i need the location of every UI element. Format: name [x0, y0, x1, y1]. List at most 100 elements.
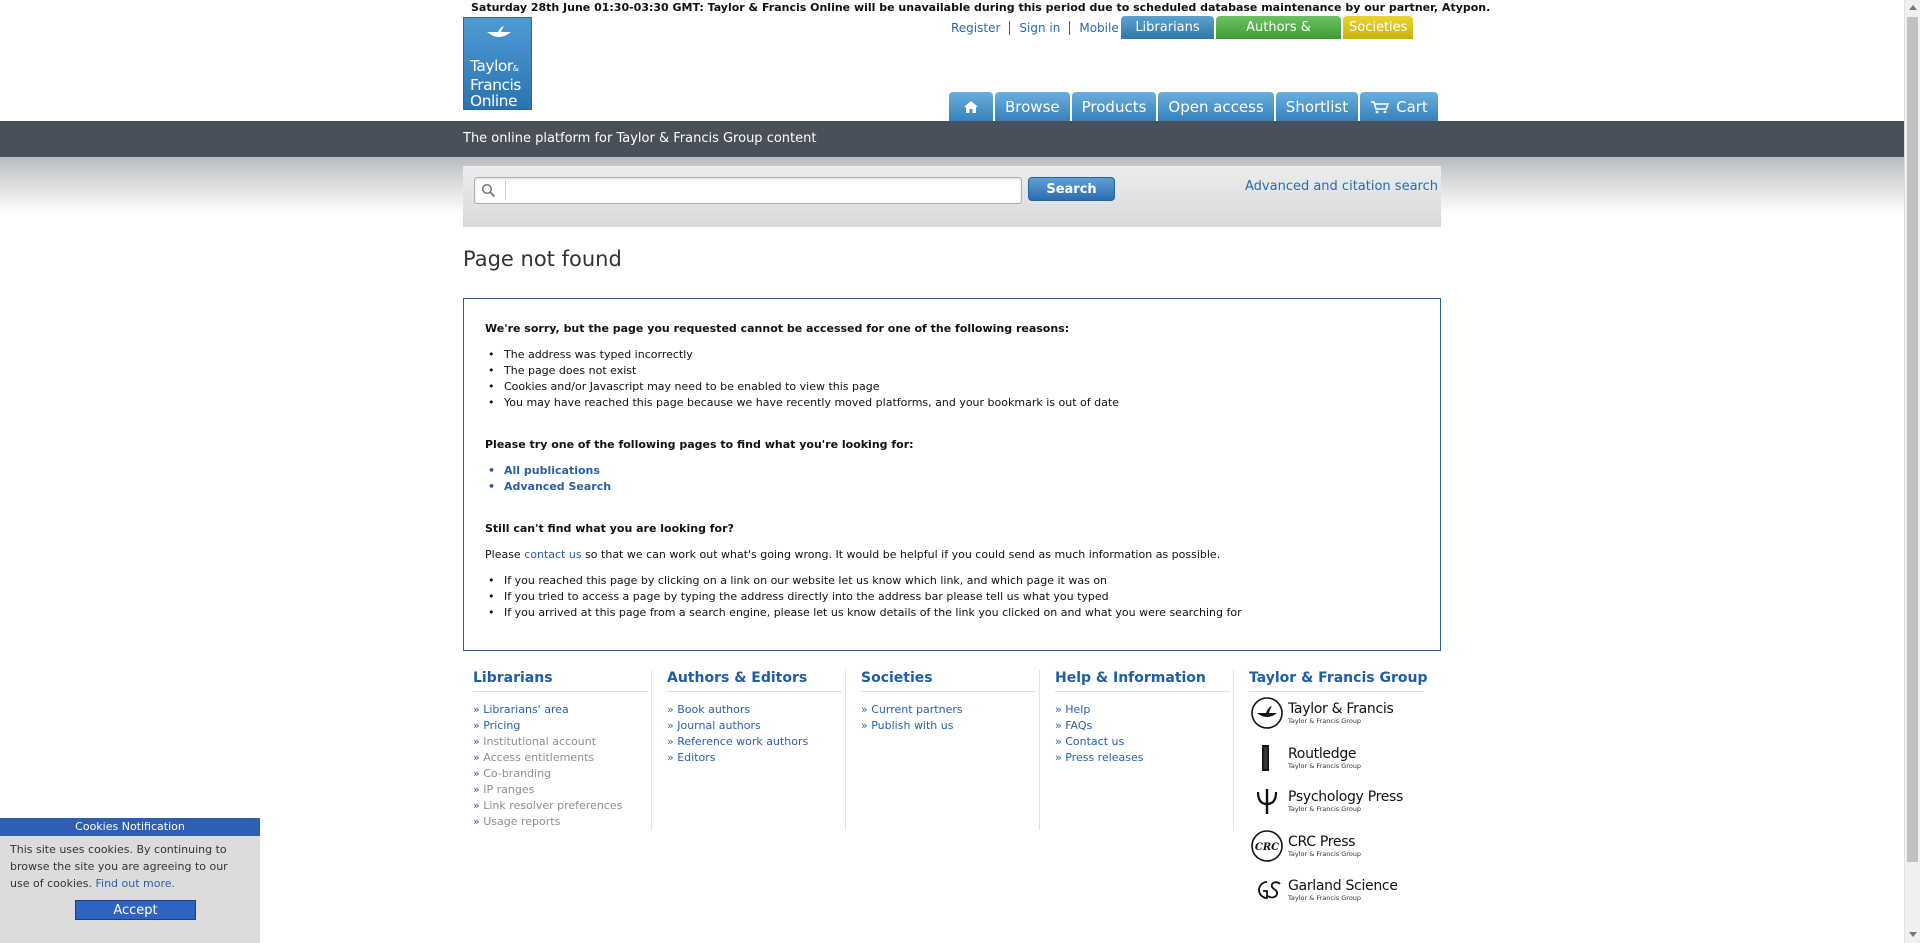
- search-icon: [481, 183, 496, 198]
- footer-col-librarians: Librarians » Librarians' area » Pricing …: [473, 670, 648, 828]
- brand-sub: Taylor & Francis Group: [1288, 761, 1362, 770]
- cart-icon: [1371, 100, 1390, 113]
- site-logo[interactable]: Taylor& Francis Online: [463, 17, 532, 110]
- register-link[interactable]: Register: [942, 21, 1011, 35]
- cart-label: Cart: [1396, 97, 1428, 116]
- footer-list: » Help » FAQs » Contact us » Press relea…: [1055, 702, 1144, 766]
- tab-librarians[interactable]: Librarians: [1121, 16, 1214, 39]
- footer-link[interactable]: » FAQs: [1055, 718, 1144, 734]
- footer-heading: Help & Information: [1055, 670, 1206, 686]
- tagline: The online platform for Taylor & Francis…: [463, 131, 817, 146]
- svg-text:CRC: CRC: [1255, 842, 1279, 853]
- routledge-logo-icon: [1262, 745, 1269, 771]
- footer-link[interactable]: » Press releases: [1055, 750, 1144, 766]
- footer-divider: [1233, 670, 1234, 830]
- reason-item: You may have reached this page because w…: [488, 396, 1119, 409]
- nav-cart[interactable]: Cart: [1360, 92, 1438, 121]
- find-out-more-link[interactable]: Find out more.: [96, 877, 176, 890]
- footer-list: » Librarians' area » Pricing » Instituti…: [473, 702, 622, 830]
- brand-sub: Taylor & Francis Group: [1288, 716, 1362, 725]
- brand-name: CRC Press: [1288, 833, 1356, 850]
- logo-text: Taylor& Francis Online: [470, 57, 521, 110]
- footer-link[interactable]: » Reference work authors: [667, 734, 808, 750]
- footer-rule: [473, 691, 648, 692]
- search-input[interactable]: [509, 180, 1018, 203]
- accept-cookies-button[interactable]: Accept: [75, 900, 196, 920]
- footer-col-authors: Authors & Editors » Book authors » Journ…: [667, 670, 842, 764]
- footer-divider: [1039, 670, 1040, 830]
- brand-psychology-press[interactable]: Psychology Press Taylor & Francis Group: [1250, 784, 1403, 818]
- brand-sub: Taylor & Francis Group: [1288, 893, 1362, 902]
- mobile-link[interactable]: Mobile: [1070, 21, 1127, 35]
- footer-link[interactable]: » Editors: [667, 750, 808, 766]
- page-scrollbar[interactable]: [1904, 0, 1920, 943]
- try-heading: Please try one of the following pages to…: [485, 438, 914, 451]
- footer-list: » Current partners » Publish with us: [861, 702, 963, 734]
- utility-links: Register Sign in Mobile: [942, 16, 1128, 40]
- nav-shortlist[interactable]: Shortlist: [1275, 92, 1359, 121]
- search-divider: [505, 181, 506, 200]
- footer-link[interactable]: » Pricing: [473, 718, 622, 734]
- footer-link[interactable]: » Contact us: [1055, 734, 1144, 750]
- sign-in-link[interactable]: Sign in: [1010, 21, 1071, 35]
- psi-logo-icon: [1256, 789, 1278, 814]
- brand-routledge[interactable]: Routledge Taylor & Francis Group: [1250, 741, 1361, 775]
- footer-link[interactable]: » Current partners: [861, 702, 963, 718]
- footer-link-disabled: » Usage reports: [473, 815, 561, 828]
- tab-authors-editors[interactable]: Authors & Editors: [1216, 16, 1341, 58]
- advanced-search-link[interactable]: Advanced and citation search: [1245, 179, 1438, 194]
- footer-link-disabled: » Access entitlements: [473, 751, 595, 764]
- brand-crc-press[interactable]: CRC CRC Press Taylor & Francis Group: [1250, 829, 1361, 863]
- contact-post: so that we can work out what's going wro…: [581, 548, 1221, 561]
- footer-heading: Authors & Editors: [667, 670, 808, 686]
- home-icon: [964, 100, 978, 113]
- footer-divider: [845, 670, 846, 830]
- all-publications-link[interactable]: All publications: [488, 464, 600, 477]
- brand-taylor-francis[interactable]: Taylor & Francis Taylor & Francis Group: [1250, 696, 1394, 730]
- footer-link-disabled: » Institutional account: [473, 735, 597, 748]
- contact-us-link[interactable]: contact us: [524, 548, 581, 561]
- brand-garland-science[interactable]: Garland Science Taylor & Francis Group: [1250, 873, 1398, 907]
- nav-products[interactable]: Products: [1071, 92, 1157, 121]
- lamp-icon: [487, 26, 511, 37]
- nav-home[interactable]: [949, 92, 993, 121]
- search-box: [474, 177, 1022, 204]
- footer-link[interactable]: » Help: [1055, 702, 1144, 718]
- footer-col-group: Taylor & Francis Group: [1249, 670, 1427, 692]
- reason-item: The page does not exist: [488, 364, 636, 377]
- footer-col-societies: Societies » Current partners » Publish w…: [861, 670, 1036, 732]
- footer-list: » Book authors » Journal authors » Refer…: [667, 702, 808, 766]
- advanced-search-page-link[interactable]: Advanced Search: [488, 480, 611, 493]
- reason-item: Cookies and/or Javascript may need to be…: [488, 380, 879, 393]
- nav-browse[interactable]: Browse: [995, 92, 1070, 121]
- page-title: Page not found: [463, 247, 622, 271]
- footer-heading: Societies: [861, 670, 933, 686]
- footer-link[interactable]: » Journal authors: [667, 718, 808, 734]
- header-bar: [0, 121, 1904, 157]
- nav-open-access[interactable]: Open access: [1158, 92, 1274, 121]
- footer-link[interactable]: » Book authors: [667, 702, 808, 718]
- footer-link-disabled: » Co-branding: [473, 767, 552, 780]
- brand-name: Routledge: [1288, 745, 1357, 762]
- brand-name: Taylor & Francis: [1288, 700, 1394, 717]
- crc-logo-icon: CRC: [1251, 830, 1283, 862]
- gs-logo-icon: [1258, 881, 1281, 899]
- detail-item: If you tried to access a page by typing …: [488, 590, 1109, 603]
- scroll-down-icon[interactable]: [1909, 932, 1917, 937]
- brand-sub: Taylor & Francis Group: [1288, 849, 1362, 858]
- cookie-title: Cookies Notification: [0, 818, 260, 836]
- footer-link[interactable]: » Publish with us: [861, 718, 963, 734]
- brand-name: Garland Science: [1288, 877, 1398, 894]
- scroll-up-icon[interactable]: [1909, 5, 1917, 10]
- scrollbar-thumb[interactable]: [1907, 17, 1918, 862]
- search-button[interactable]: Search: [1028, 177, 1115, 201]
- footer-link-disabled: » Link resolver preferences: [473, 799, 623, 812]
- footer-link[interactable]: » Librarians' area: [473, 702, 622, 718]
- still-heading: Still can't find what you are looking fo…: [485, 522, 734, 535]
- detail-item: If you reached this page by clicking on …: [488, 574, 1107, 587]
- maintenance-notice: Saturday 28th June 01:30-03:30 GMT: Tayl…: [471, 1, 1491, 14]
- audience-tabs: Librarians Authors & Editors Societies: [1121, 16, 1413, 58]
- footer-rule: [1249, 691, 1424, 692]
- cookie-notification: Cookies Notification This site uses cook…: [0, 818, 260, 943]
- tab-societies[interactable]: Societies: [1343, 16, 1413, 39]
